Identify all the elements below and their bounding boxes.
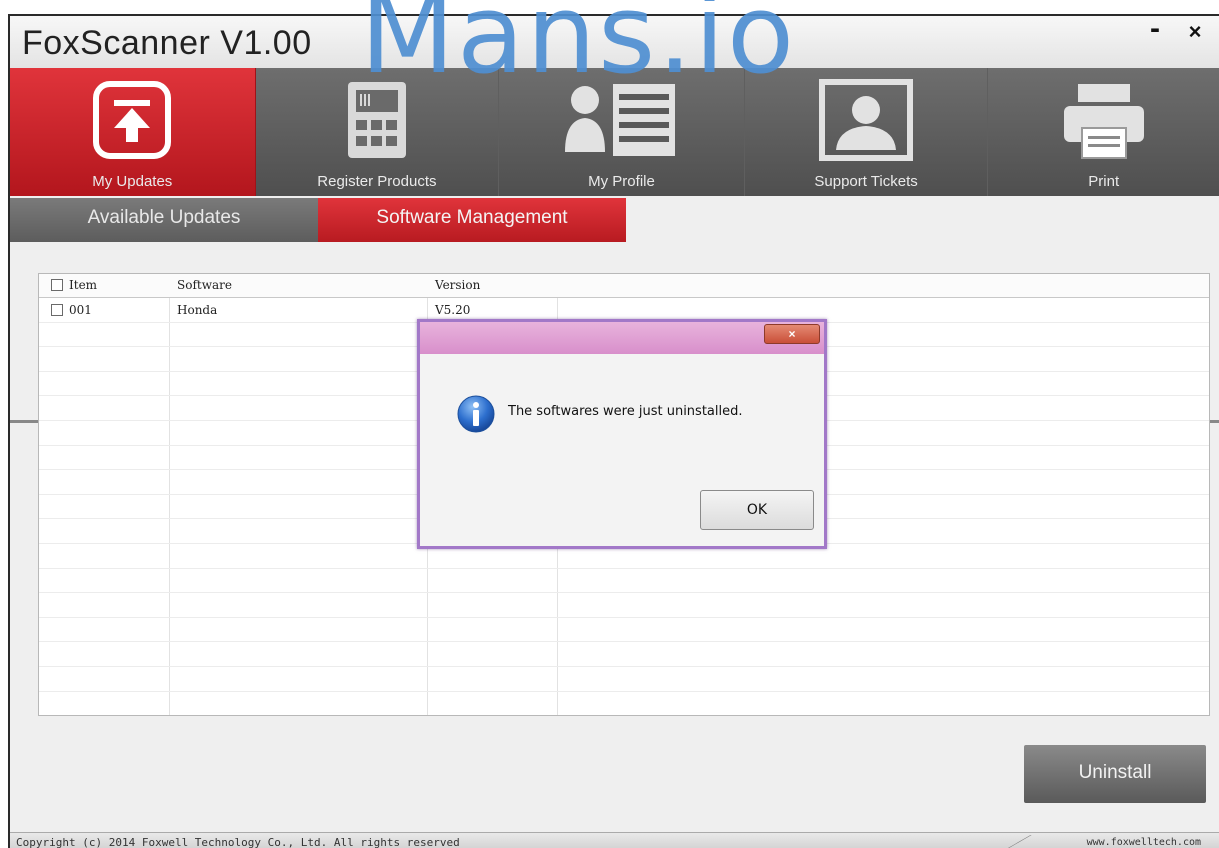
table-row bbox=[39, 618, 1209, 643]
row-checkbox[interactable] bbox=[51, 304, 63, 316]
nav-label: Print bbox=[1088, 173, 1120, 190]
dialog-body: The softwares were just uninstalled. OK bbox=[420, 354, 824, 546]
close-icon: × bbox=[788, 327, 796, 341]
tab-software-management[interactable]: Software Management bbox=[318, 198, 626, 242]
person-card-icon bbox=[819, 79, 914, 161]
dialog-close-button[interactable]: × bbox=[764, 324, 820, 344]
dialog-message: The softwares were just uninstalled. bbox=[508, 404, 743, 419]
minimize-button[interactable]: - bbox=[1143, 16, 1167, 44]
nav-support-tickets[interactable]: Support Tickets bbox=[745, 68, 989, 196]
nav-label: My Profile bbox=[588, 173, 655, 190]
status-divider bbox=[999, 835, 1071, 848]
close-button[interactable]: × bbox=[1183, 20, 1207, 44]
message-dialog: × The softwares were just uninstalled. O… bbox=[417, 319, 827, 549]
table-row bbox=[39, 569, 1209, 594]
title-bar: FoxScanner V1.00 - × bbox=[10, 16, 1219, 68]
table-row bbox=[39, 642, 1209, 667]
website-link[interactable]: www.foxwelltech.com bbox=[1087, 837, 1201, 848]
row-software: Honda bbox=[177, 303, 218, 317]
table-row bbox=[39, 593, 1209, 618]
column-header-version[interactable]: Version bbox=[435, 278, 480, 292]
nav-label: Register Products bbox=[317, 173, 437, 190]
column-header-software[interactable]: Software bbox=[177, 278, 232, 292]
nav-label: Support Tickets bbox=[814, 173, 918, 190]
nav-register-products[interactable]: Register Products bbox=[256, 68, 500, 196]
column-header-item[interactable]: Item bbox=[69, 278, 97, 292]
ok-button[interactable]: OK bbox=[700, 490, 814, 530]
tab-available-updates[interactable]: Available Updates bbox=[10, 198, 318, 242]
sub-tabs: Available Updates Software Management bbox=[10, 196, 1219, 423]
profile-list-icon bbox=[565, 84, 676, 156]
select-all-checkbox[interactable] bbox=[51, 279, 63, 291]
dialog-title-bar[interactable]: × bbox=[420, 322, 824, 354]
copyright-text: Copyright (c) 2014 Foxwell Technology Co… bbox=[16, 836, 460, 848]
info-icon bbox=[457, 395, 495, 433]
nav-print[interactable]: Print bbox=[988, 68, 1219, 196]
uninstall-button[interactable]: Uninstall bbox=[1024, 745, 1206, 803]
main-nav: My Updates Register Products My Profile … bbox=[10, 68, 1219, 196]
nav-my-profile[interactable]: My Profile bbox=[499, 68, 745, 196]
table-header: Item Software Version bbox=[39, 274, 1209, 298]
nav-my-updates[interactable]: My Updates bbox=[10, 68, 256, 196]
table-row bbox=[39, 692, 1209, 715]
status-bar: Copyright (c) 2014 Foxwell Technology Co… bbox=[10, 832, 1219, 848]
printer-icon bbox=[1063, 84, 1144, 159]
table-row bbox=[39, 667, 1209, 692]
upload-icon bbox=[93, 81, 172, 159]
app-title: FoxScanner V1.00 bbox=[22, 24, 312, 62]
row-version: V5.20 bbox=[435, 303, 471, 317]
row-item: 001 bbox=[69, 303, 92, 317]
calculator-icon bbox=[347, 82, 406, 158]
nav-label: My Updates bbox=[92, 173, 173, 190]
